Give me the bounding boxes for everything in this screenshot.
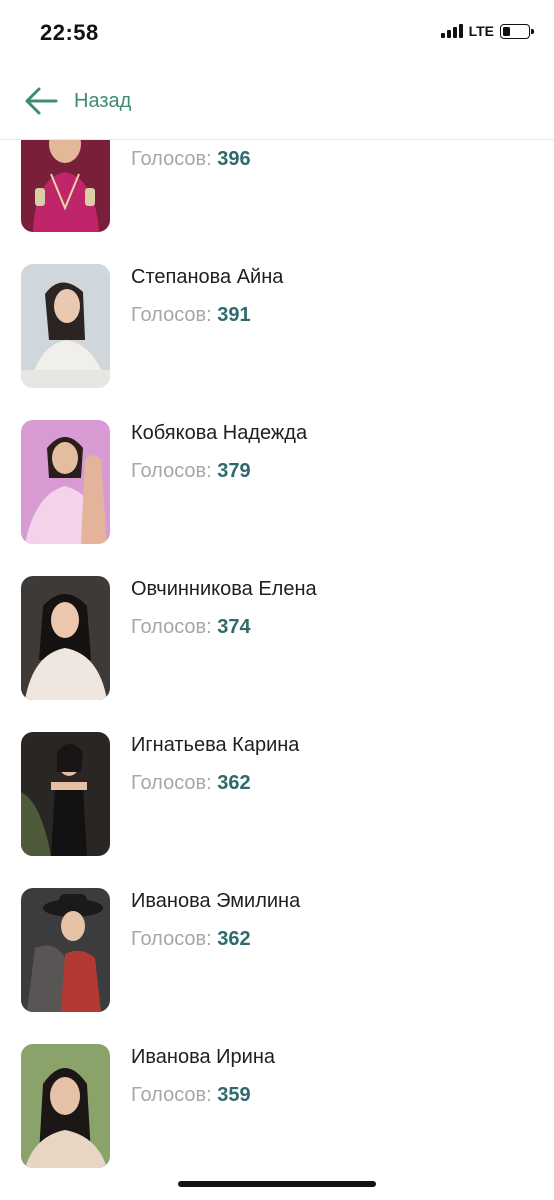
header: Назад (0, 66, 554, 140)
vote-count: Голосов: 362 (131, 928, 251, 951)
votes-value: 359 (217, 1084, 251, 1106)
back-label: Назад (74, 89, 132, 112)
vote-count: Голосов: 396 (131, 148, 251, 171)
vote-count: Голосов: 391 (131, 304, 251, 327)
votes-value: 379 (217, 460, 251, 482)
contestant-name: Иванова Ирина (131, 1046, 275, 1068)
status-indicators: LTE (440, 23, 534, 39)
votes-value: 396 (217, 148, 251, 170)
network-type: LTE (468, 23, 494, 39)
battery-icon (500, 23, 534, 39)
contestant-name: Кобякова Надежда (131, 422, 308, 444)
vote-count: Голосов: 359 (131, 1084, 251, 1107)
vote-count: Голосов: 374 (131, 616, 251, 639)
contestant-photo (21, 1044, 110, 1168)
back-button[interactable]: Назад (24, 86, 131, 116)
votes-label: Голосов: (131, 616, 212, 638)
list-item[interactable]: Овчинникова Елена Голосов: 374 (0, 576, 554, 732)
signal-icon (440, 24, 463, 38)
status-bar: 22:58 LTE (0, 0, 554, 66)
contestant-name: Степанова Айна (131, 266, 284, 288)
contestant-photo (21, 264, 110, 388)
contestant-photo (21, 576, 110, 700)
votes-value: 374 (217, 616, 251, 638)
status-time: 22:58 (40, 20, 99, 45)
list-item[interactable]: Степанова Айна Голосов: 391 (0, 264, 554, 420)
votes-label: Голосов: (131, 148, 212, 170)
contestant-photo (21, 140, 110, 232)
votes-value: 362 (217, 928, 251, 950)
votes-label: Голосов: (131, 460, 212, 482)
votes-label: Голосов: (131, 304, 212, 326)
screen: 22:58 LTE Назад Голосов: 396 Степанова А… (0, 0, 554, 1200)
votes-label: Голосов: (131, 928, 212, 950)
arrow-left-icon (24, 86, 58, 116)
contestant-list: Голосов: 396 Степанова Айна Голосов: 391 (0, 140, 554, 1200)
contestant-photo (21, 888, 110, 1012)
votes-value: 391 (217, 304, 251, 326)
vote-count: Голосов: 362 (131, 772, 251, 795)
contestant-name: Игнатьева Карина (131, 734, 300, 756)
list-item[interactable]: Кобякова Надежда Голосов: 379 (0, 420, 554, 576)
list-item[interactable]: Игнатьева Карина Голосов: 362 (0, 732, 554, 888)
votes-label: Голосов: (131, 1084, 212, 1106)
vote-count: Голосов: 379 (131, 460, 251, 483)
contestant-name: Иванова Эмилина (131, 890, 301, 912)
votes-value: 362 (217, 772, 251, 794)
contestant-photo (21, 732, 110, 856)
list-item[interactable]: Иванова Эмилина Голосов: 362 (0, 888, 554, 1044)
list-item[interactable]: Иванова Ирина Голосов: 359 (0, 1044, 554, 1200)
list-item[interactable]: Голосов: 396 (0, 140, 554, 264)
home-indicator[interactable] (178, 1181, 376, 1187)
contestant-name: Овчинникова Елена (131, 578, 317, 600)
contestant-photo (21, 420, 110, 544)
votes-label: Голосов: (131, 772, 212, 794)
